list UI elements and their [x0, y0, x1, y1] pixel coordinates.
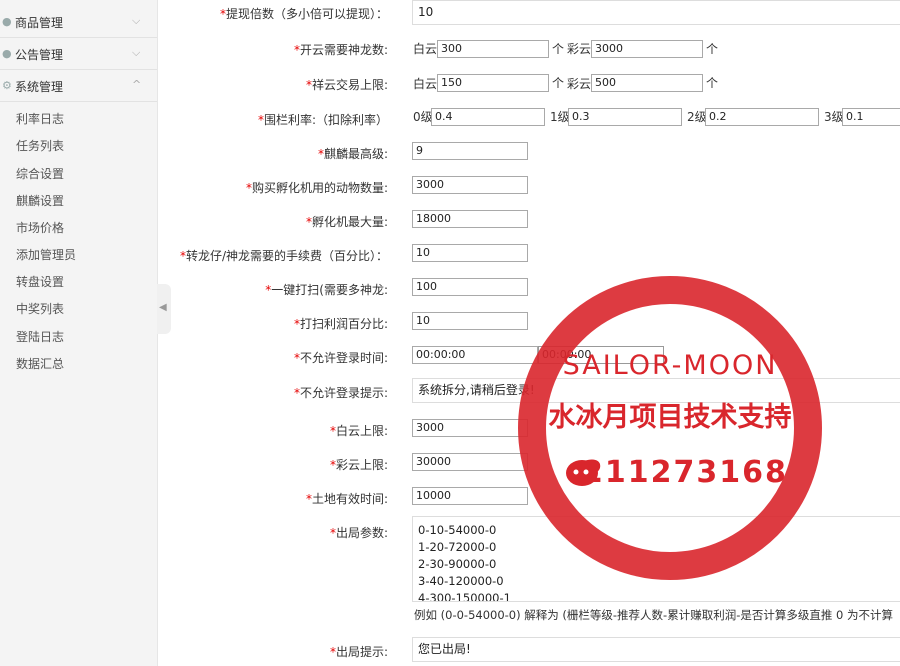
open-cloud-label: *开云需要神龙数:	[293, 43, 388, 57]
exit-tip-label: *出局提示:	[329, 645, 388, 659]
incubator-max-input[interactable]: 18000	[412, 210, 528, 228]
no-login-tip-input[interactable]: 系统拆分,请稍后登录!	[412, 378, 900, 403]
color-cloud-text: 彩云	[567, 42, 592, 56]
one-key-sweep-label: *一键打扫(需要多神龙:	[265, 283, 388, 297]
chevron-up-icon: ^	[132, 78, 142, 91]
sweep-profit-input[interactable]: 10	[412, 312, 528, 330]
sidebar-item-data-summary[interactable]: 数据汇总	[16, 355, 64, 372]
xiangyun-color-input[interactable]: 500	[591, 74, 703, 92]
sidebar-item-add-admin[interactable]: 添加管理员	[16, 246, 76, 263]
level-1-text: 1级	[550, 110, 570, 124]
fence-rate-level-3-input[interactable]: 0.1	[842, 108, 900, 126]
sidebar-collapse-handle[interactable]: ◀	[157, 284, 171, 334]
sweep-profit-label: *打扫利润百分比:	[293, 317, 388, 331]
qilin-max-level-input[interactable]: 9	[412, 142, 528, 160]
white-cloud-limit-input[interactable]: 3000	[412, 419, 528, 437]
chat-icon: ●	[2, 15, 12, 28]
stamp-line-3: 211273168	[582, 455, 788, 490]
chat-icon: ●	[2, 47, 12, 60]
level-3-text: 3级	[824, 110, 844, 124]
exit-params-line: 0-10-54000-0	[418, 523, 497, 537]
sidebar-group-goods[interactable]: ● 商品管理 ⌵	[0, 6, 157, 38]
unit-text: 个	[552, 42, 565, 56]
sidebar-group-label: 公告管理	[15, 48, 64, 62]
unit-text: 个	[706, 42, 719, 56]
withdraw-multiple-input[interactable]: 10	[412, 0, 900, 25]
xiangyun-limit-label: *祥云交易上限:	[305, 78, 388, 92]
exit-params-line: 2-30-90000-0	[418, 557, 497, 571]
fence-rate-label: *围栏利率:（扣除利率）	[257, 113, 388, 127]
level-0-text: 0级	[413, 110, 433, 124]
fence-rate-level-2-input[interactable]: 0.2	[705, 108, 819, 126]
withdraw-multiple-label: *提现倍数（多小倍可以提现）：	[219, 7, 388, 21]
land-valid-time-label: *土地有效时间:	[305, 492, 388, 506]
one-key-sweep-input[interactable]: 100	[412, 278, 528, 296]
no-login-time-label: *不允许登录时间:	[293, 351, 388, 365]
open-cloud-color-input[interactable]: 3000	[591, 40, 703, 58]
chevron-down-icon: ⌵	[132, 14, 141, 27]
fence-rate-level-0-input[interactable]: 0.4	[431, 108, 545, 126]
fence-rate-level-1-input[interactable]: 0.3	[568, 108, 682, 126]
sidebar-item-login-log[interactable]: 登陆日志	[16, 328, 64, 345]
color-cloud-text: 彩云	[567, 77, 592, 91]
sidebar-group-notice[interactable]: ● 公告管理 ⌵	[0, 38, 157, 70]
open-cloud-white-input[interactable]: 300	[437, 40, 549, 58]
qilin-max-level-label: *麒麟最高级:	[317, 147, 388, 161]
chevron-down-icon: ⌵	[132, 46, 141, 59]
sidebar-group-label: 商品管理	[15, 16, 64, 30]
color-cloud-limit-input[interactable]: 30000	[412, 453, 528, 471]
sidebar-group-label: 系统管理	[15, 80, 64, 94]
exit-params-hint: 例如 (0-0-54000-0) 解释为 (栅栏等级-推荐人数-累计赚取利润-是…	[414, 608, 893, 622]
sidebar-item-wheel-settings[interactable]: 转盘设置	[16, 273, 64, 290]
chevron-left-icon: ◀	[159, 302, 167, 313]
exit-params-textarea[interactable]: 0-10-54000-0 1-20-72000-0 2-30-90000-0 3…	[412, 516, 900, 602]
exit-tip-input[interactable]: 您已出局!	[412, 637, 900, 662]
no-login-start-input[interactable]: 00:00:00	[412, 346, 538, 364]
unit-text: 个	[552, 76, 565, 90]
sidebar-item-rate-log[interactable]: 利率日志	[16, 110, 64, 127]
exit-params-line: 4-300-150000-1	[418, 591, 511, 602]
convert-fee-label: *转龙仔/神龙需要的手续费（百分比）：	[179, 249, 388, 263]
sidebar-item-qilin-settings[interactable]: 麒麟设置	[16, 192, 64, 209]
xiangyun-white-input[interactable]: 150	[437, 74, 549, 92]
level-2-text: 2级	[687, 110, 707, 124]
unit-text: 个	[706, 76, 719, 90]
sidebar-item-winner-list[interactable]: 中奖列表	[16, 300, 64, 317]
sidebar-item-task-list[interactable]: 任务列表	[16, 137, 64, 154]
stamp-line-2: 水冰月项目技术支持	[549, 402, 792, 433]
convert-fee-input[interactable]: 10	[412, 244, 528, 262]
sidebar-group-system[interactable]: ⚙ 系统管理 ^	[0, 70, 157, 102]
land-valid-time-input[interactable]: 10000	[412, 487, 528, 505]
incubator-max-label: *孵化机最大量:	[305, 215, 388, 229]
chat-icon	[566, 460, 598, 486]
color-cloud-limit-label: *彩云上限:	[329, 458, 388, 472]
sidebar-item-general-settings[interactable]: 综合设置	[16, 165, 64, 182]
no-login-tip-label: *不允许登录提示:	[293, 386, 388, 400]
white-cloud-limit-label: *白云上限:	[329, 424, 388, 438]
incubator-animals-input[interactable]: 3000	[412, 176, 528, 194]
white-cloud-text: 白云	[413, 77, 438, 91]
white-cloud-text: 白云	[413, 42, 438, 56]
no-login-end-input[interactable]: 00:00:00	[538, 346, 664, 364]
gear-icon: ⚙	[2, 79, 12, 92]
exit-params-line: 3-40-120000-0	[418, 574, 504, 588]
sidebar-item-market-price[interactable]: 市场价格	[16, 219, 64, 236]
incubator-animals-label: *购买孵化机用的动物数量:	[245, 181, 388, 195]
exit-params-label: *出局参数:	[329, 526, 388, 540]
exit-params-line: 1-20-72000-0	[418, 540, 497, 554]
sidebar: ● 商品管理 ⌵ ● 公告管理 ⌵ ⚙ 系统管理 ^ 利率日志 任务列表 综合设…	[0, 0, 158, 666]
